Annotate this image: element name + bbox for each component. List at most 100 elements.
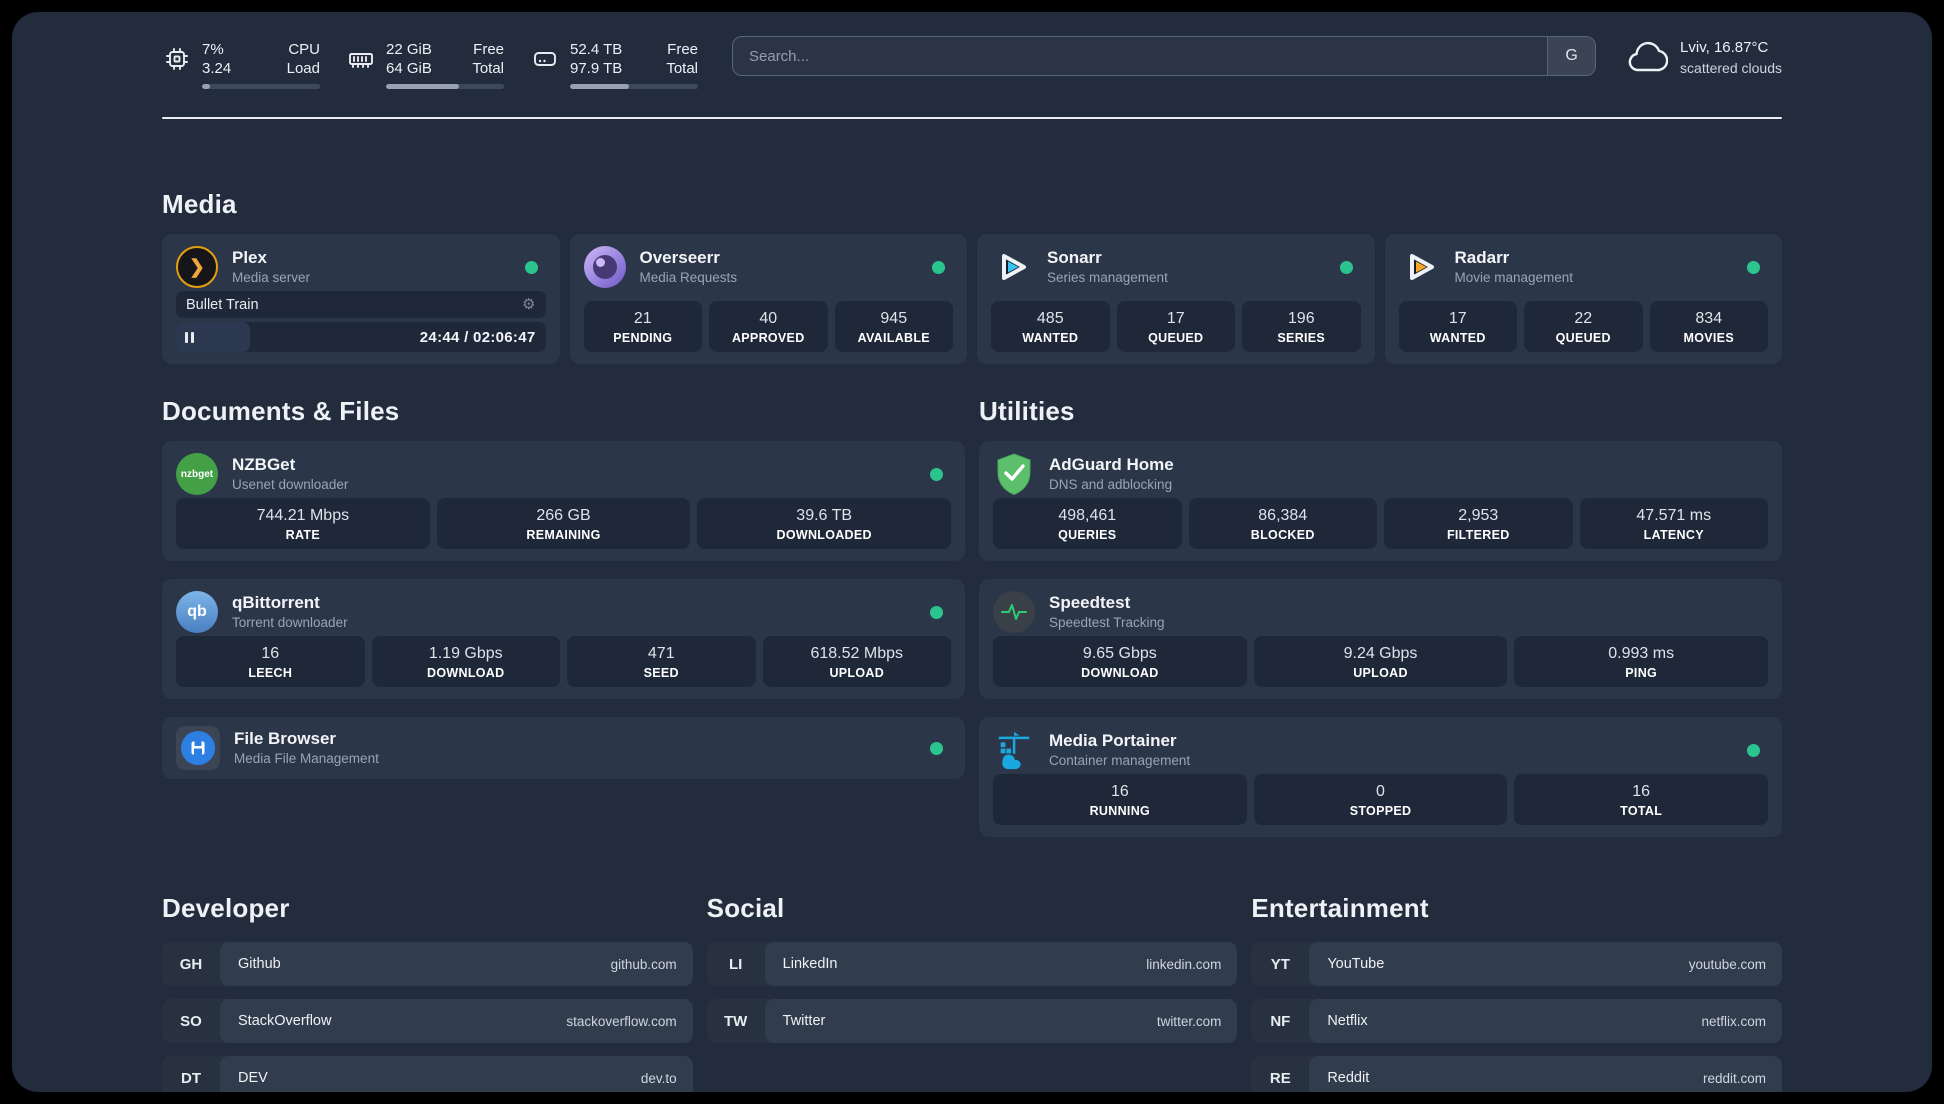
disk-free-value: 52.4 TB xyxy=(570,41,623,58)
playback-time: 24:44 / 02:06:47 xyxy=(419,328,536,346)
bookmark-abbr: TW xyxy=(723,1012,748,1030)
bookmark-netflix[interactable]: NF Netflix netflix.com xyxy=(1251,999,1782,1043)
playback-progress-bar[interactable]: 24:44 / 02:06:47 xyxy=(176,322,546,352)
stat-tile-filtered: 2,953 FILTERED xyxy=(1384,498,1573,549)
disk-stat: 52.4 TB 97.9 TB Free Total xyxy=(530,40,698,89)
search-engine-button[interactable]: G xyxy=(1547,37,1596,75)
app-subtitle: Media File Management xyxy=(234,751,379,766)
bookmark-name: DEV xyxy=(238,1070,268,1086)
ram-total-value: 64 GiB xyxy=(386,60,432,77)
bookmarks-developer: Developer GH Github github.com SO StackO… xyxy=(162,893,693,1092)
app-card-adguard[interactable]: AdGuard Home DNS and adblocking 498,461 … xyxy=(979,441,1782,561)
cpu-icon xyxy=(166,48,188,70)
stat-tile-queued: 22 QUEUED xyxy=(1524,301,1643,352)
gear-icon[interactable]: ⚙ xyxy=(522,297,535,312)
bookmark-name: YouTube xyxy=(1327,956,1385,972)
app-subtitle: Torrent downloader xyxy=(232,615,348,630)
ram-free-value: 22 GiB xyxy=(386,41,432,58)
stat-tile-rate: 744.21 Mbps RATE xyxy=(176,498,430,549)
app-card-radarr[interactable]: Radarr Movie management 17 WANTED 22 QUE… xyxy=(1384,234,1782,364)
app-card-speedtest[interactable]: Speedtest Speedtest Tracking 9.65 Gbps D… xyxy=(979,579,1782,699)
stat-tile-series: 196 SERIES xyxy=(1242,301,1361,352)
bookmark-name: Reddit xyxy=(1327,1070,1370,1086)
app-subtitle: Container management xyxy=(1049,753,1191,768)
bookmark-twitter[interactable]: TW Twitter twitter.com xyxy=(706,999,1238,1043)
section-title-media: Media xyxy=(162,189,237,219)
stat-tile-stopped: 0 STOPPED xyxy=(1253,774,1508,825)
bookmark-name: LinkedIn xyxy=(782,956,838,972)
portainer-logo-icon xyxy=(993,729,1035,771)
app-card-qbittorrent[interactable]: qb qBittorrent Torrent downloader 16 LEE… xyxy=(162,579,965,699)
cpu-percent: 7% xyxy=(202,41,224,58)
stat-tile-download: 9.65 Gbps DOWNLOAD xyxy=(993,636,1247,687)
stat-tile-upload: 9.24 Gbps UPLOAD xyxy=(1253,636,1508,687)
status-dot xyxy=(1339,260,1353,274)
app-card-filebrowser[interactable]: File Browser Media File Management xyxy=(162,717,965,779)
app-subtitle: Media Requests xyxy=(639,270,738,285)
cpu-label: CPU xyxy=(288,41,320,58)
app-name: Overseerr xyxy=(639,248,720,267)
stat-tile-ping: 0.993 ms PING xyxy=(1514,636,1769,687)
app-card-sonarr[interactable]: Sonarr Series management 485 WANTED 17 Q… xyxy=(977,234,1375,364)
bookmark-stackoverflow[interactable]: SO StackOverflow stackoverflow.com xyxy=(162,999,693,1043)
status-dot xyxy=(930,741,943,755)
disk-icon xyxy=(534,52,556,66)
status-dot xyxy=(1747,743,1760,757)
app-card-nzbget[interactable]: nzbget NZBGet Usenet downloader 744.21 M… xyxy=(162,441,965,561)
speedtest-logo-icon xyxy=(993,591,1035,633)
stat-tile-available: 945 AVAILABLE xyxy=(834,301,953,352)
bookmark-url: stackoverflow.com xyxy=(566,1013,677,1029)
weather-widget: Lviv, 16.87°C scattered clouds xyxy=(1626,36,1782,78)
section-title-documents: Documents & Files xyxy=(162,396,400,426)
stat-tile-downloaded: 39.6 TB DOWNLOADED xyxy=(697,498,952,549)
search-input[interactable] xyxy=(733,37,1548,75)
weather-condition: scattered clouds xyxy=(1680,60,1782,76)
filebrowser-logo-icon xyxy=(176,726,220,770)
plex-now-playing: Bullet Train ⚙ 24:44 / 02:06:47 xyxy=(176,291,546,352)
cpu-progress-bar xyxy=(202,84,320,89)
app-name: Sonarr xyxy=(1047,248,1102,267)
bookmark-url: netflix.com xyxy=(1701,1013,1766,1029)
ram-progress-bar xyxy=(386,84,504,89)
bookmark-abbr: NF xyxy=(1270,1012,1291,1030)
bookmark-dev[interactable]: DT DEV dev.to xyxy=(162,1056,693,1092)
adguard-logo-icon xyxy=(993,453,1035,496)
bookmarks-social: Social LI LinkedIn linkedin.com TW Twitt… xyxy=(706,893,1238,1092)
bookmark-github[interactable]: GH Github github.com xyxy=(162,942,693,986)
stat-tile-wanted: 17 WANTED xyxy=(1398,301,1517,352)
now-playing-title: Bullet Train xyxy=(186,296,259,313)
app-subtitle: Media server xyxy=(232,270,311,285)
app-name: Media Portainer xyxy=(1049,731,1177,750)
section-title-social: Social xyxy=(706,893,785,923)
bookmark-linkedin[interactable]: LI LinkedIn linkedin.com xyxy=(706,942,1238,986)
app-name: Plex xyxy=(232,248,267,267)
stat-tile-upload: 618.52 Mbps UPLOAD xyxy=(762,636,951,687)
stat-tile-approved: 40 APPROVED xyxy=(709,301,828,352)
app-card-overseerr[interactable]: Overseerr Media Requests 21 PENDING 40 A… xyxy=(569,234,967,364)
cpu-stat: 7% 3.24 CPU Load xyxy=(162,40,320,89)
weather-location-temp: Lviv, 16.87°C xyxy=(1680,39,1769,56)
section-title-utilities: Utilities xyxy=(979,396,1075,426)
app-subtitle: DNS and adblocking xyxy=(1049,477,1173,492)
stat-tile-latency: 47.571 ms LATENCY xyxy=(1579,498,1768,549)
bookmark-url: reddit.com xyxy=(1702,1070,1766,1086)
stat-tile-queries: 498,461 QUERIES xyxy=(993,498,1182,549)
stat-tile-wanted: 485 WANTED xyxy=(991,301,1110,352)
app-subtitle: Speedtest Tracking xyxy=(1049,615,1165,630)
stat-tile-running: 16 RUNNING xyxy=(993,774,1247,825)
documents-column: Documents & Files nzbget NZBGet Usenet d… xyxy=(162,364,965,837)
stat-tile-leech: 16 LEECH xyxy=(176,636,365,687)
app-card-plex[interactable]: ❯ Plex Media server Bullet Train ⚙ 24:44… xyxy=(162,234,560,364)
utilities-column: Utilities AdGuard Home DNS and adblockin… xyxy=(979,364,1782,837)
bookmark-youtube[interactable]: YT YouTube youtube.com xyxy=(1251,942,1782,986)
bookmark-reddit[interactable]: RE Reddit reddit.com xyxy=(1251,1056,1782,1092)
app-card-portainer[interactable]: Media Portainer Container management 16 … xyxy=(979,717,1782,837)
pause-icon[interactable] xyxy=(185,331,194,343)
app-subtitle: Movie management xyxy=(1454,270,1574,285)
app-name: Speedtest xyxy=(1049,593,1131,612)
app-subtitle: Series management xyxy=(1047,270,1168,285)
bookmark-abbr: RE xyxy=(1269,1069,1291,1087)
stat-tile-movies: 834 MOVIES xyxy=(1649,301,1768,352)
app-name: File Browser xyxy=(234,729,337,748)
status-dot xyxy=(1747,260,1760,274)
